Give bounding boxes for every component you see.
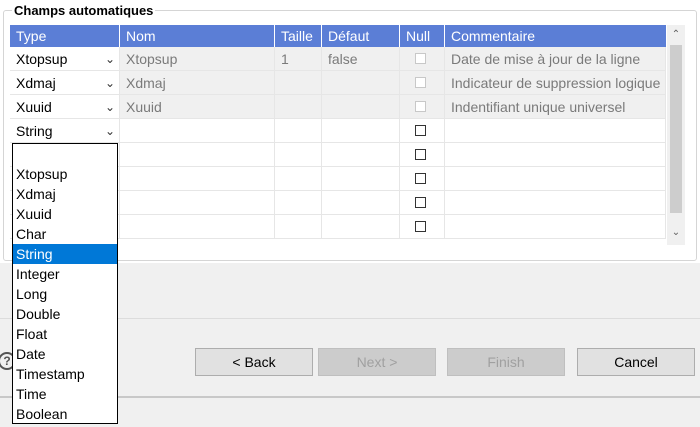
- null-checkbox[interactable]: [415, 197, 426, 208]
- dropdown-option-xtopsup[interactable]: Xtopsup: [13, 164, 117, 184]
- null-checkbox[interactable]: [415, 221, 426, 232]
- type-cell[interactable]: Xuuid ⌄: [10, 95, 120, 119]
- type-value: Xuuid: [16, 99, 52, 115]
- nom-cell[interactable]: [120, 215, 275, 239]
- taille-cell[interactable]: [275, 95, 322, 119]
- taille-cell[interactable]: [275, 191, 322, 215]
- dropdown-option-string[interactable]: String: [13, 244, 117, 264]
- defaut-cell[interactable]: [322, 71, 400, 95]
- null-checkbox[interactable]: [415, 149, 426, 160]
- chevron-down-icon[interactable]: ⌄: [105, 119, 115, 142]
- nom-cell[interactable]: Xtopsup: [120, 47, 275, 71]
- null-cell: [400, 47, 445, 71]
- null-cell: [400, 95, 445, 119]
- type-cell[interactable]: Xtopsup ⌄: [10, 47, 120, 71]
- commentaire-cell[interactable]: [445, 143, 666, 167]
- defaut-cell[interactable]: false: [322, 47, 400, 71]
- dropdown-option-timestamp[interactable]: Timestamp: [13, 364, 117, 384]
- chevron-down-icon[interactable]: ⌄: [105, 71, 115, 94]
- nom-cell[interactable]: [120, 167, 275, 191]
- dropdown-option-integer[interactable]: Integer: [13, 264, 117, 284]
- finish-button[interactable]: Finish: [447, 348, 565, 376]
- defaut-cell[interactable]: [322, 215, 400, 239]
- null-cell: [400, 71, 445, 95]
- col-header-null[interactable]: Null: [400, 25, 445, 47]
- commentaire-cell[interactable]: [445, 167, 666, 191]
- dropdown-option-empty[interactable]: [13, 144, 117, 164]
- taille-cell[interactable]: [275, 71, 322, 95]
- nom-cell[interactable]: [120, 143, 275, 167]
- type-value: String: [16, 123, 53, 139]
- null-checkbox: [415, 53, 426, 64]
- nom-cell[interactable]: Xuuid: [120, 95, 275, 119]
- dropdown-option-boolean[interactable]: Boolean: [13, 404, 117, 424]
- group-title: Champs automatiques: [12, 3, 156, 19]
- col-header-nom[interactable]: Nom: [120, 25, 275, 47]
- taille-cell[interactable]: [275, 215, 322, 239]
- commentaire-cell[interactable]: Date de mise à jour de la ligne: [445, 47, 666, 71]
- back-button[interactable]: < Back: [195, 348, 313, 376]
- commentaire-cell[interactable]: Indicateur de suppression logique: [445, 71, 666, 95]
- null-cell[interactable]: [400, 191, 445, 215]
- type-cell[interactable]: String ⌄: [10, 119, 120, 143]
- commentaire-cell[interactable]: [445, 191, 666, 215]
- scroll-down-icon[interactable]: ⌄: [667, 227, 685, 238]
- scroll-up-icon[interactable]: ⌃: [667, 29, 685, 40]
- commentaire-cell[interactable]: Indentifiant unique universel: [445, 95, 666, 119]
- taille-cell[interactable]: 1: [275, 47, 322, 71]
- dropdown-option-char[interactable]: Char: [13, 224, 117, 244]
- dropdown-option-xdmaj[interactable]: Xdmaj: [13, 184, 117, 204]
- dropdown-option-date[interactable]: Date: [13, 344, 117, 364]
- dropdown-option-float[interactable]: Float: [13, 324, 117, 344]
- commentaire-cell[interactable]: [445, 215, 666, 239]
- commentaire-cell[interactable]: [445, 119, 666, 143]
- defaut-cell[interactable]: [322, 95, 400, 119]
- table-row[interactable]: Xuuid ⌄ Xuuid Indentifiant unique univers…: [10, 95, 666, 119]
- null-checkbox: [415, 101, 426, 112]
- col-header-defaut[interactable]: Défaut: [322, 25, 400, 47]
- dropdown-option-double[interactable]: Double: [13, 304, 117, 324]
- nom-cell[interactable]: [120, 119, 275, 143]
- null-cell[interactable]: [400, 167, 445, 191]
- nom-cell[interactable]: Xdmaj: [120, 71, 275, 95]
- null-checkbox[interactable]: [415, 125, 426, 136]
- null-checkbox[interactable]: [415, 173, 426, 184]
- table-row[interactable]: Xdmaj ⌄ Xdmaj Indicateur de suppression l…: [10, 71, 666, 95]
- type-dropdown-list[interactable]: Xtopsup Xdmaj Xuuid Char String Integer …: [12, 143, 118, 424]
- dropdown-option-long[interactable]: Long: [13, 284, 117, 304]
- cancel-button[interactable]: Cancel: [577, 348, 695, 376]
- col-header-type[interactable]: Type: [10, 25, 120, 47]
- null-cell[interactable]: [400, 215, 445, 239]
- vertical-scrollbar[interactable]: ⌃ ⌄: [667, 25, 685, 245]
- col-header-commentaire[interactable]: Commentaire: [445, 25, 666, 47]
- type-cell[interactable]: Xdmaj ⌄: [10, 71, 120, 95]
- taille-cell[interactable]: [275, 143, 322, 167]
- null-cell[interactable]: [400, 119, 445, 143]
- taille-cell[interactable]: [275, 167, 322, 191]
- scrollbar-thumb[interactable]: [670, 45, 682, 213]
- table-row[interactable]: String ⌄: [10, 119, 666, 143]
- null-cell[interactable]: [400, 143, 445, 167]
- chevron-down-icon[interactable]: ⌄: [105, 95, 115, 118]
- type-value: Xtopsup: [16, 51, 68, 67]
- null-checkbox: [415, 77, 426, 88]
- defaut-cell[interactable]: [322, 143, 400, 167]
- defaut-cell[interactable]: [322, 119, 400, 143]
- type-value: Xdmaj: [16, 75, 56, 91]
- next-button[interactable]: Next >: [318, 348, 436, 376]
- dropdown-option-time[interactable]: Time: [13, 384, 117, 404]
- taille-cell[interactable]: [275, 119, 322, 143]
- defaut-cell[interactable]: [322, 191, 400, 215]
- table-header: Type Nom Taille Défaut Null Commentaire: [10, 25, 666, 47]
- col-header-taille[interactable]: Taille: [275, 25, 322, 47]
- dropdown-option-xuuid[interactable]: Xuuid: [13, 204, 117, 224]
- nom-cell[interactable]: [120, 191, 275, 215]
- defaut-cell[interactable]: [322, 167, 400, 191]
- chevron-down-icon[interactable]: ⌄: [105, 47, 115, 70]
- table-row[interactable]: Xtopsup ⌄ Xtopsup 1 false Date de mise à …: [10, 47, 666, 71]
